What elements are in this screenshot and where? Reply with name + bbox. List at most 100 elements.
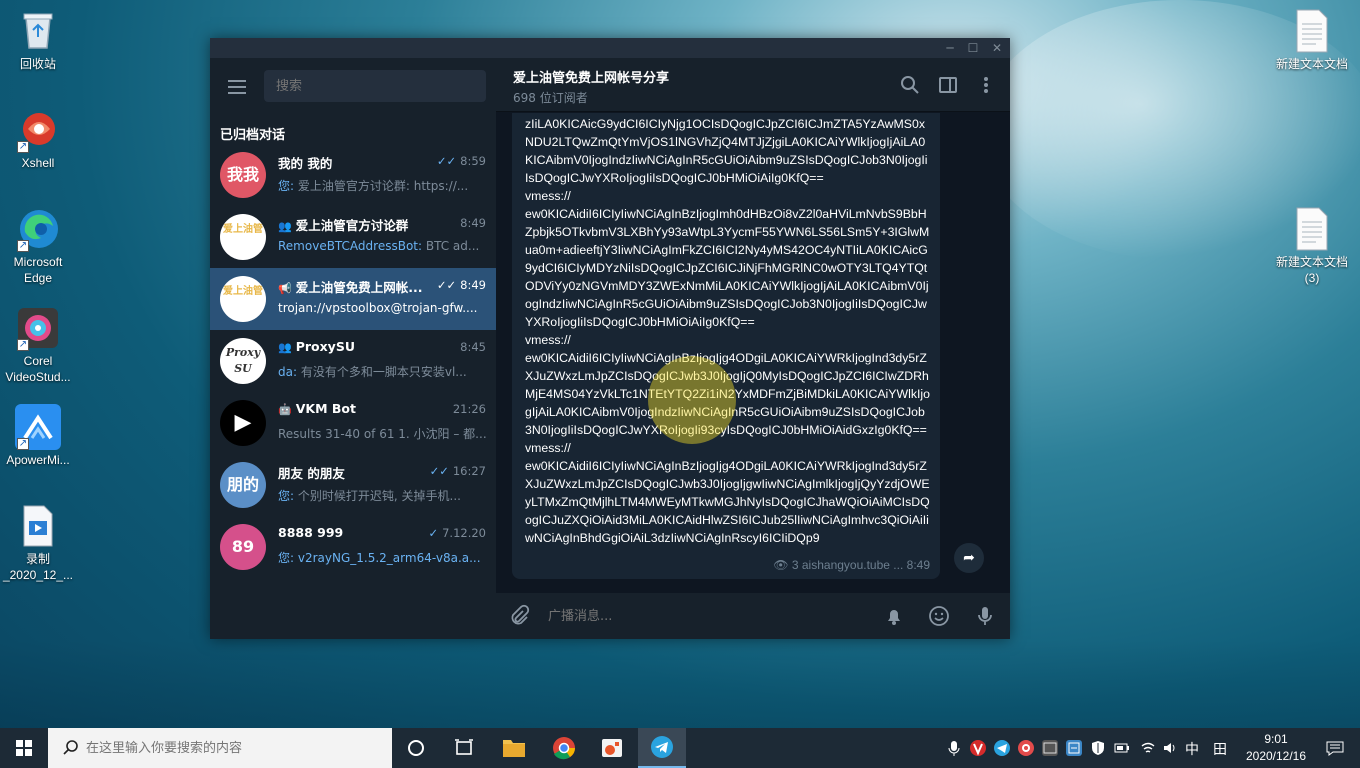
preview-sender: 您: <box>278 489 295 503</box>
chat-name: 8888 999 <box>278 525 344 540</box>
preview-text: 有没有个多和一脚本只安装vl... <box>300 365 467 379</box>
chat-name: 朋友 的朋友 <box>278 466 345 481</box>
telegram-icon <box>651 736 673 758</box>
chat-item-discussion-group[interactable]: 爱上油管 👥 爱上油管官方讨论群 8:49 RemoveBTCAddressBot… <box>210 206 496 268</box>
desktop-icon-new-text-doc[interactable]: 新建文本文档 <box>1274 8 1350 72</box>
v2ray-tray-icon[interactable] <box>970 740 986 756</box>
ime-indicator[interactable]: 中 <box>1185 739 1199 759</box>
battery-tray-icon[interactable] <box>1114 740 1130 756</box>
microphone-tray-icon[interactable] <box>946 740 962 756</box>
chat-preview: trojan://vpstoolbox@trojan-gfw.... <box>278 301 478 315</box>
microphone-icon[interactable] <box>973 604 997 628</box>
maximize-button[interactable]: ☐ <box>961 38 985 58</box>
menu-icon[interactable] <box>228 80 246 94</box>
search-icon <box>63 740 78 755</box>
chat-preview: 您: 爱上油管官方讨论群: https://... <box>278 177 488 194</box>
text-file-icon <box>1289 206 1335 252</box>
video-file-icon <box>15 503 61 549</box>
desktop-icon-label: Microsoft Edge <box>13 255 63 285</box>
emoji-icon[interactable] <box>927 604 951 628</box>
chat-item-friends[interactable]: 朋的 朋友 的朋友 ✓✓ 16:27 您: 个别时候打开迟钝, 关掉手机... <box>210 454 496 516</box>
forward-button[interactable]: ➦ <box>954 543 984 573</box>
taskbar-file-explorer[interactable] <box>490 728 538 768</box>
desktop-icon-new-text-doc-3[interactable]: 新建文本文档 (3) <box>1274 206 1350 286</box>
chat-time-wrap: ✓✓ 8:49 <box>437 278 486 292</box>
chat-time-wrap: ✓ 7.12.20 <box>428 526 486 540</box>
avatar: 朋的 <box>220 462 266 508</box>
message-input[interactable] <box>548 605 868 627</box>
message-meta: 👁 3 aishangyou.tube ... 8:49 <box>767 556 930 574</box>
channel-header[interactable]: 爱上油管免费上网帐号分享 698 位订阅者 <box>496 58 1010 112</box>
search-icon[interactable] <box>899 74 921 96</box>
record-tray-icon[interactable] <box>1018 740 1034 756</box>
eye-icon: 👁 <box>773 558 789 572</box>
task-view-icon <box>455 739 473 755</box>
message-bubble[interactable]: zIiLA0KICAicG9ydCI6ICIyNjg1OCIsDQogICJpZ… <box>512 113 940 579</box>
wifi-tray-icon[interactable] <box>1140 740 1156 756</box>
corel-videostudio-icon: ↗ <box>15 305 61 351</box>
chat-item-channel[interactable]: 爱上油管 📢 爱上油管免费上网帐... ✓✓ 8:49 trojan://vpsto… <box>210 268 496 330</box>
check-icon: ✓ <box>428 526 439 540</box>
avatar: 爱上油管 <box>220 214 266 260</box>
attach-icon[interactable] <box>507 604 531 628</box>
network-tray-icon[interactable] <box>1066 740 1082 756</box>
desktop-icon-label: 新建文本文档 <box>1275 57 1348 71</box>
chat-name-wrap: 📢 爱上油管免费上网帐... <box>278 277 438 296</box>
desktop-icon-label: 新建文本文档 (3) <box>1275 255 1348 285</box>
desktop-icon-recording[interactable]: 录制 _2020_12_... <box>0 503 76 583</box>
start-button[interactable] <box>0 728 48 768</box>
chrome-icon <box>553 737 575 760</box>
notification-icon[interactable] <box>1326 740 1344 756</box>
windows-icon <box>16 740 32 756</box>
taskbar-search-input[interactable] <box>86 738 376 758</box>
desktop-icon-label: Corel VideoStud... <box>5 354 71 384</box>
chat-time: 8:49 <box>460 278 486 292</box>
volume-tray-icon[interactable] <box>1162 740 1178 756</box>
chat-time: 8:59 <box>460 154 486 168</box>
taskbar-search[interactable] <box>48 728 392 768</box>
taskbar-clock[interactable]: 9:01 2020/12/16 <box>1240 731 1312 765</box>
chat-preview: RemoveBTCAddressBot: BTC ad... <box>278 239 488 253</box>
message-text: zIiLA0KICAicG9ydCI6ICIyNjg1OCIsDQogICJpZ… <box>525 117 930 545</box>
preview-text: BTC ad... <box>425 239 480 253</box>
chat-item-proxysu[interactable]: Proxy SU 👥 ProxySU 8:45 da: 有没有个多和一脚本只安装v… <box>210 330 496 392</box>
chat-preview: Results 31-40 of 61 1. 小沈阳 – 都... <box>278 427 487 441</box>
desktop-icon-apowermirror[interactable]: ↗ ApowerMi... <box>0 404 76 468</box>
more-options-icon[interactable] <box>975 74 997 96</box>
double-check-icon: ✓✓ <box>429 464 449 478</box>
clock-date: 2020/12/16 <box>1245 749 1307 763</box>
chat-time: 8:45 <box>460 340 486 354</box>
minimize-button[interactable]: ─ <box>938 38 962 58</box>
bell-icon[interactable] <box>882 604 906 628</box>
avatar: 89 <box>220 524 266 570</box>
task-view-button[interactable] <box>440 728 488 768</box>
search-input[interactable] <box>264 70 486 102</box>
cortana-button[interactable] <box>392 728 440 768</box>
folder-icon <box>503 740 525 757</box>
recycle-bin-icon <box>15 8 61 54</box>
preview-sender: RemoveBTCAddressBot: <box>278 239 423 253</box>
telegram-tray-icon[interactable] <box>994 740 1010 756</box>
sidebar-toggle-icon[interactable] <box>937 74 959 96</box>
desktop-icon-microsoft-edge[interactable]: ↗ Microsoft Edge <box>0 206 76 286</box>
shortcut-arrow-icon: ↗ <box>17 438 29 450</box>
chat-item-my[interactable]: 我我 我的 我的 ✓✓ 8:59 您: 爱上油管官方讨论群: https://..… <box>210 144 496 206</box>
close-button[interactable]: ✕ <box>985 38 1009 58</box>
ime-mode-icon[interactable]: 田 <box>1213 739 1227 759</box>
double-check-icon: ✓✓ <box>436 154 457 168</box>
desktop-icon-recycle-bin[interactable]: 回收站 <box>0 8 76 72</box>
preview-sender: 您: <box>278 551 295 565</box>
taskbar-telegram[interactable] <box>638 728 686 768</box>
preview-sender: 您: <box>278 179 295 193</box>
desktop-icon-corel-videostudio[interactable]: ↗ Corel VideoStud... <box>0 305 76 385</box>
desktop-icon-xshell[interactable]: ↗ Xshell <box>0 107 76 171</box>
preview-text: 个别时候打开迟钝, 关掉手机... <box>297 489 461 503</box>
taskbar-chrome[interactable] <box>540 728 588 768</box>
taskbar-app-orange[interactable] <box>588 728 636 768</box>
security-tray-icon[interactable] <box>1090 740 1106 756</box>
chat-item-8888[interactable]: 89 8888 999 ✓ 7.12.20 您: v2rayNG_1.5.2_ar… <box>210 516 496 578</box>
archived-chats-title: 已归档对话 <box>220 128 286 143</box>
device-tray-icon[interactable] <box>1042 740 1058 756</box>
text-file-icon <box>1289 8 1335 54</box>
chat-item-vkm-bot[interactable]: ▶ 🤖 VKM Bot 21:26 Results 31-40 of 61 1. … <box>210 392 496 454</box>
